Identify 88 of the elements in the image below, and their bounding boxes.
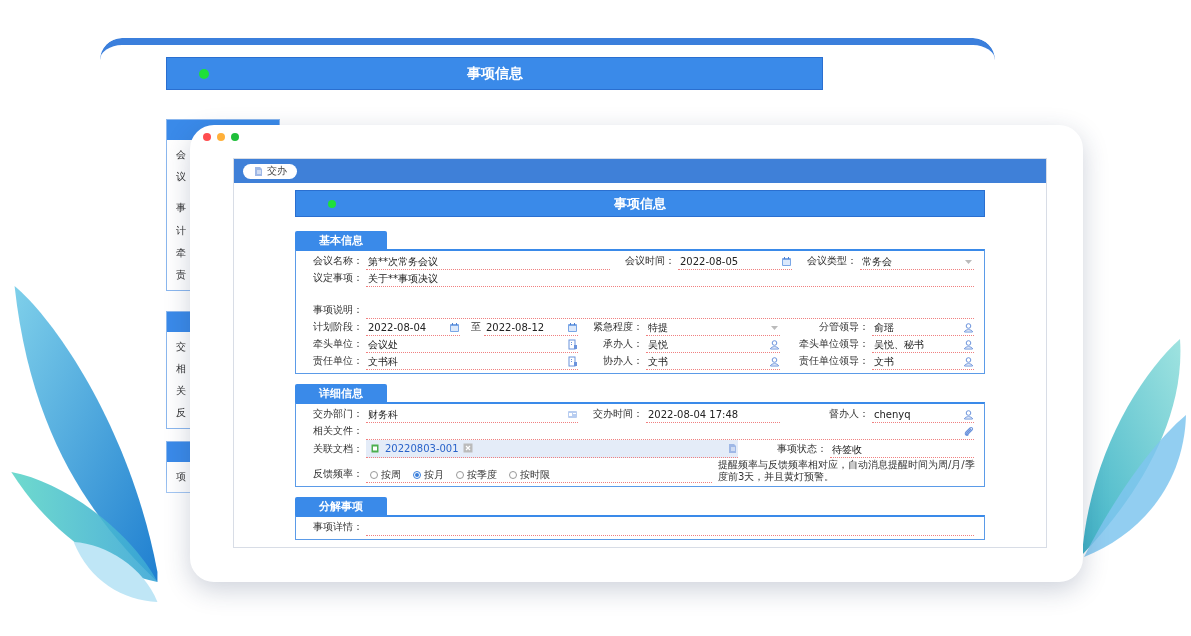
field-label: 事 xyxy=(176,201,186,215)
field-label: 关 xyxy=(176,384,186,398)
dropdown-field[interactable]: 特提 xyxy=(646,320,780,336)
field-label: 关联文档： xyxy=(312,443,364,456)
input-field[interactable]: 2022-08-12 xyxy=(484,320,578,336)
field-label: 牵头单位： xyxy=(312,338,364,351)
field-label: 反馈频率： xyxy=(312,468,364,481)
input-field[interactable]: 财务科 xyxy=(366,407,578,423)
field-label: 相 xyxy=(176,362,186,376)
field-label: 事项状态： xyxy=(776,443,828,456)
building-icon xyxy=(567,339,578,350)
field-label: 相关文件： xyxy=(312,425,364,438)
field-label: 交 xyxy=(176,340,186,354)
input-field[interactable]: 吴悦 xyxy=(646,337,780,353)
document-icon xyxy=(253,165,264,177)
field-label: 议定事项： xyxy=(312,272,364,285)
input-field[interactable]: 文书 xyxy=(872,354,974,370)
field-label: 会议时间： xyxy=(624,255,676,268)
dropdown-field[interactable]: 常务会 xyxy=(860,254,974,270)
radio-button[interactable] xyxy=(370,470,378,479)
field-label: 至 xyxy=(470,321,482,334)
field-label: 牵头单位领导： xyxy=(798,338,870,351)
radio-label[interactable]: 按时限 xyxy=(520,467,550,482)
person-icon xyxy=(963,409,974,420)
file-link[interactable]: 20220803-001 xyxy=(385,443,459,454)
field-label: 事项说明： xyxy=(312,304,364,317)
form-title: 事项信息 xyxy=(614,194,666,213)
field-label: 协办人： xyxy=(602,355,644,368)
status-dot xyxy=(328,199,336,208)
field-label: 计划阶段： xyxy=(312,321,364,334)
form-title: 事项信息 xyxy=(466,64,523,83)
field-label: 责 xyxy=(176,268,186,282)
field-label: 议 xyxy=(176,170,186,184)
input-field[interactable]: 2022-08-04 17:48 xyxy=(646,407,780,423)
input-field[interactable]: chenyq xyxy=(872,407,974,423)
field-label: 分管领导： xyxy=(818,321,870,334)
input-field[interactable]: 文书 xyxy=(646,354,780,370)
field-label: 会 xyxy=(176,148,186,162)
input-field[interactable]: 吴悦、秘书 xyxy=(872,337,974,353)
field-label: 承办人： xyxy=(602,338,644,351)
zoom-button[interactable] xyxy=(231,133,239,141)
person-icon xyxy=(963,322,974,333)
paperclip-icon xyxy=(963,426,974,437)
field-label: 督办人： xyxy=(828,408,870,421)
field-label: 紧急程度： xyxy=(592,321,644,334)
field-label: 责任单位领导： xyxy=(798,355,870,368)
field-label: 会议类型： xyxy=(806,255,858,268)
radio-button[interactable] xyxy=(509,470,517,479)
field-label: 交办时间： xyxy=(592,408,644,421)
field-label: 事项详情： xyxy=(312,521,364,534)
calendar-icon xyxy=(449,322,460,333)
document-icon xyxy=(727,443,738,454)
remove-icon[interactable] xyxy=(462,443,474,454)
card-icon xyxy=(567,409,578,420)
radio-button[interactable] xyxy=(413,470,421,479)
field-label: 责任单位： xyxy=(312,355,364,368)
calendar-icon xyxy=(567,322,578,333)
input-field[interactable]: 第**次常务会议 xyxy=(366,254,610,270)
file-icon xyxy=(370,443,381,454)
input-field[interactable]: 关于**事项决议 xyxy=(366,271,974,287)
calendar-icon xyxy=(781,256,792,267)
hint-text: 提醒频率与反馈频率相对应，自动消息提醒时间为周/月/季度前3天，并且黄灯预警。 xyxy=(718,458,976,483)
input-field[interactable]: 2022-08-05 xyxy=(678,254,792,270)
status-dot xyxy=(199,68,209,79)
building-icon xyxy=(567,356,578,367)
person-icon xyxy=(769,356,780,367)
radio-button[interactable] xyxy=(456,470,464,479)
person-icon xyxy=(963,339,974,350)
minimize-button[interactable] xyxy=(217,133,225,141)
person-icon xyxy=(963,356,974,367)
radio-label[interactable]: 按季度 xyxy=(467,467,497,482)
input-field[interactable]: 2022-08-04 xyxy=(366,320,460,336)
input-field[interactable]: 俞瑶 xyxy=(872,320,974,336)
field-label: 交办部门： xyxy=(312,408,364,421)
radio-label[interactable]: 按周 xyxy=(381,467,401,482)
input-field[interactable]: 文书科 xyxy=(366,354,578,370)
field-label: 反 xyxy=(176,406,186,420)
close-button[interactable] xyxy=(203,133,211,141)
person-icon xyxy=(769,339,780,350)
assign-button[interactable]: 交办 xyxy=(243,163,297,179)
field-label: 项 xyxy=(176,470,186,484)
input-field[interactable]: 待签收 xyxy=(830,442,974,458)
field-label: 计 xyxy=(176,224,186,238)
field-label: 牵 xyxy=(176,246,186,260)
field-label: 会议名称： xyxy=(312,255,364,268)
radio-label[interactable]: 按月 xyxy=(424,467,444,482)
input-field[interactable]: 会议处 xyxy=(366,337,578,353)
input-field[interactable]: 20220803-001 xyxy=(366,440,738,458)
